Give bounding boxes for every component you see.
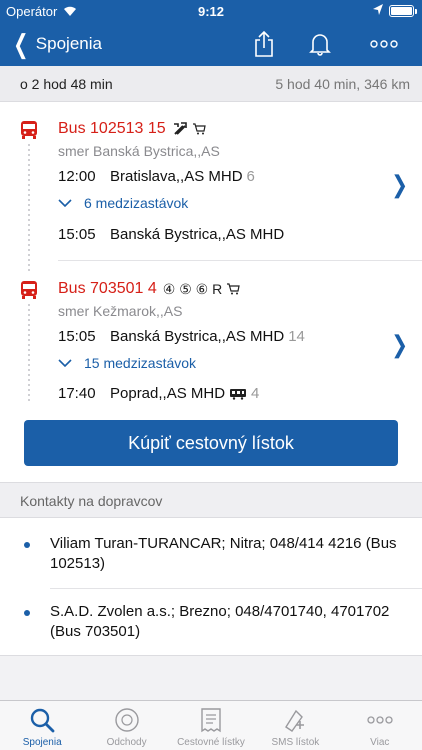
bus-direction: smer Banská Bystrica,,AS <box>58 143 220 159</box>
departure-platform: 6 <box>246 168 255 185</box>
arrival-stop: 15:05 Banská Bystrica,,AS MHD <box>58 226 284 243</box>
more-icon <box>370 40 398 48</box>
timeline-line <box>28 144 30 260</box>
departure-platform: 14 <box>288 328 305 345</box>
intermediate-stops-toggle[interactable]: 15 medzizastávok <box>58 355 196 371</box>
clock-icon <box>114 708 139 732</box>
arrival-station: Banská Bystrica,,AS MHD <box>110 226 285 243</box>
departure-stop: 12:00 Bratislava,,AS MHD 6 <box>58 168 255 185</box>
tab-label: SMS lístok <box>271 737 320 748</box>
navigation-bar: ❮ Spojenia <box>0 22 422 66</box>
connection-summary: o 2 hod 48 min 5 hod 40 min, 346 km <box>0 66 422 102</box>
intermediate-stops-label: 15 medzizastávok <box>84 355 197 371</box>
journey-details: Bus 102513 15 smer Banská Bystrica,,AS 1… <box>0 102 422 482</box>
journey-leg: Bus 102513 15 smer Banská Bystrica,,AS 1… <box>0 102 422 260</box>
chevron-down-icon <box>58 359 72 367</box>
search-icon <box>30 708 55 733</box>
tab-viac[interactable]: Viac <box>338 701 422 750</box>
bus-icon <box>21 281 37 299</box>
timeline-line <box>28 304 30 404</box>
contacts-header: Kontakty na dopravcov <box>0 482 422 518</box>
status-time: 9:12 <box>197 4 225 19</box>
status-bar: Operátor 9:12 <box>0 0 422 22</box>
intermediate-stops-label: 6 medzizastávok <box>84 195 189 211</box>
journey-leg: Bus 703501 4 ④ ⑤ ⑥ R smer Kežmarok,,AS 1… <box>0 244 422 412</box>
contact-text: S.A.D. Zvolen a.s.; Brezno; 048/4701740,… <box>50 603 390 640</box>
departure-station: Bratislava,,AS MHD <box>110 168 243 185</box>
more-icon <box>367 716 393 724</box>
carrier-contacts-list: Viliam Turan-TURANCAR; Nitra; 048/414 42… <box>0 518 422 656</box>
bus-icon <box>21 121 37 139</box>
bus-number: Bus 703501 4 <box>58 280 157 297</box>
operating-days: ④ ⑤ ⑥ R <box>162 280 223 297</box>
bus-number: Bus 102513 15 <box>58 120 166 137</box>
bullet <box>24 610 30 616</box>
bell-icon <box>309 34 331 56</box>
chevron-down-icon <box>58 199 72 207</box>
contact-item[interactable]: S.A.D. Zvolen a.s.; Brezno; 048/4701740,… <box>0 602 422 646</box>
cart-icon <box>227 283 240 295</box>
departure-countdown: o 2 hod 48 min <box>20 76 113 92</box>
tab-label: Odchody <box>106 737 147 748</box>
buy-ticket-button[interactable]: Kúpiť cestovný lístok <box>24 420 398 466</box>
duration-distance: 5 hod 40 min, 346 km <box>275 76 410 92</box>
tab-bar: Spojenia Odchody Cestovné lístky SMS lís… <box>0 700 422 750</box>
share-button[interactable] <box>244 22 284 66</box>
contact-item[interactable]: Viliam Turan-TURANCAR; Nitra; 048/414 42… <box>0 534 422 578</box>
tab-label: Spojenia <box>22 737 62 748</box>
bus-features: ④ ⑤ ⑥ R <box>163 281 240 298</box>
share-icon <box>255 30 273 57</box>
tab-spojenia[interactable]: Spojenia <box>0 701 84 750</box>
tab-label: Viac <box>370 737 390 748</box>
tools-icon <box>173 122 187 135</box>
departure-station: Banská Bystrica,,AS MHD <box>110 328 285 345</box>
more-button[interactable] <box>364 22 404 66</box>
chevron-right-icon[interactable]: ❯ <box>391 330 408 360</box>
tab-odchody[interactable]: Odchody <box>84 701 168 750</box>
bus-features <box>172 121 206 137</box>
departure-time: 12:00 <box>58 168 96 185</box>
notification-button[interactable] <box>300 22 340 66</box>
sms-ticket-icon <box>285 709 305 732</box>
back-button[interactable]: ❮ Spojenia <box>10 22 102 66</box>
departure-time: 15:05 <box>58 328 96 345</box>
arrival-time: 17:40 <box>58 385 96 402</box>
arrival-stop: 17:40 Poprad,,AS MHD 4 <box>58 385 259 402</box>
train-icon <box>230 388 247 400</box>
location-arrow-icon <box>372 3 384 20</box>
timeline-line <box>28 244 30 274</box>
ticket-icon <box>201 708 221 733</box>
bus-direction: smer Kežmarok,,AS <box>58 303 183 319</box>
bus-line-title: Bus 703501 4 ④ ⑤ ⑥ R <box>58 280 240 298</box>
arrival-time: 15:05 <box>58 226 96 243</box>
intermediate-stops-toggle[interactable]: 6 medzizastávok <box>58 195 188 211</box>
back-label: Spojenia <box>35 34 102 53</box>
chevron-right-icon[interactable]: ❯ <box>391 170 408 200</box>
contact-text: Viliam Turan-TURANCAR; Nitra; 048/414 42… <box>50 535 397 572</box>
tab-sms-listok[interactable]: SMS lístok <box>253 701 337 750</box>
departure-stop: 15:05 Banská Bystrica,,AS MHD 14 <box>58 328 305 345</box>
tab-cestovne-listky[interactable]: Cestovné lístky <box>169 701 253 750</box>
bullet <box>24 542 30 548</box>
chevron-left-icon: ❮ <box>13 29 29 59</box>
divider <box>50 588 422 589</box>
arrival-platform: 4 <box>251 385 260 402</box>
bus-line-title: Bus 102513 15 <box>58 120 206 138</box>
tab-label: Cestovné lístky <box>177 737 245 748</box>
arrival-station: Poprad,,AS MHD <box>110 385 226 402</box>
cart-icon <box>192 123 206 135</box>
battery-icon <box>389 5 417 17</box>
